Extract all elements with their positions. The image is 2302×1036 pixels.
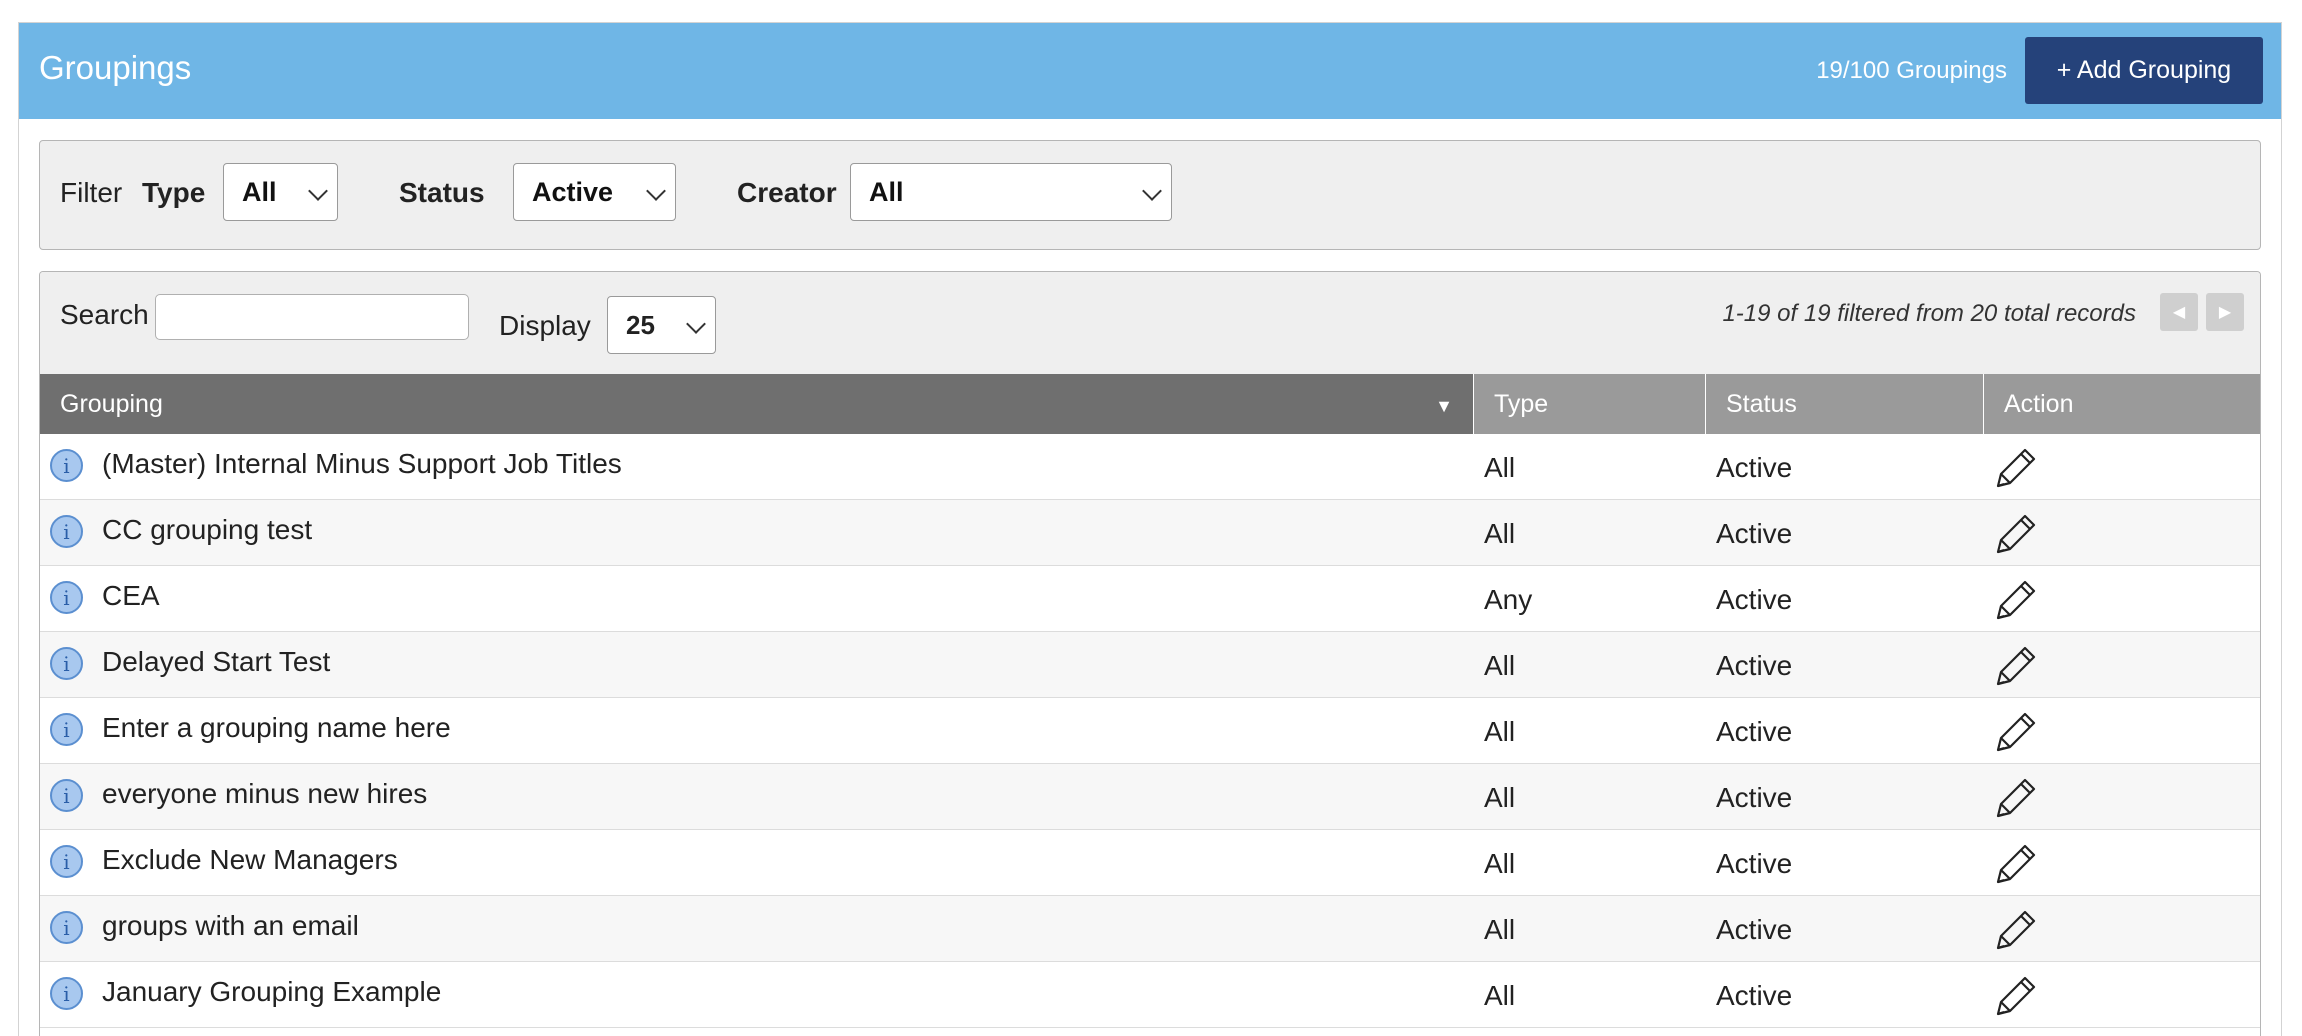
- grouping-type: All: [1484, 848, 1516, 879]
- pencil-icon[interactable]: [1984, 706, 2044, 756]
- info-icon[interactable]: i: [50, 449, 83, 482]
- table-row: i groups with an email All Active: [40, 896, 2260, 962]
- pencil-icon[interactable]: [1984, 772, 2044, 822]
- pencil-icon[interactable]: [1984, 508, 2044, 558]
- column-header-grouping-label: Grouping: [60, 390, 163, 418]
- grouping-status: Active: [1716, 782, 1793, 813]
- info-icon[interactable]: i: [50, 713, 83, 746]
- grouping-name: CC grouping test: [102, 514, 313, 545]
- table-row: i Delayed Start Test All Active: [40, 632, 2260, 698]
- groupings-panel: Groupings 19/100 Groupings + Add Groupin…: [18, 22, 2282, 1036]
- grouping-type: All: [1484, 650, 1516, 681]
- grouping-type: All: [1484, 518, 1516, 549]
- grouping-type: Any: [1484, 584, 1533, 615]
- info-icon[interactable]: i: [50, 911, 83, 944]
- previous-page-button[interactable]: ◀: [2160, 293, 2198, 331]
- grouping-status: Active: [1716, 650, 1793, 681]
- info-icon[interactable]: i: [50, 977, 83, 1010]
- table-row: i January Grouping Example All Active: [40, 962, 2260, 1028]
- filter-bar: Filter Type All Status Active Creator Al…: [39, 140, 2261, 250]
- type-filter-value: All: [242, 177, 277, 207]
- display-count-select[interactable]: 25: [607, 296, 716, 354]
- creator-filter-select[interactable]: All: [850, 163, 1172, 221]
- pencil-icon[interactable]: [1984, 574, 2044, 624]
- chevron-down-icon: [686, 314, 706, 334]
- grouping-status: Active: [1716, 716, 1793, 747]
- info-icon[interactable]: i: [50, 515, 83, 548]
- pencil-icon[interactable]: [1984, 970, 2044, 1020]
- type-filter-select[interactable]: All: [223, 163, 338, 221]
- grouping-type: All: [1484, 716, 1516, 747]
- grouping-status: Active: [1716, 914, 1793, 945]
- chevron-down-icon: [308, 181, 328, 201]
- records-summary: 1-19 of 19 filtered from 20 total record…: [1722, 300, 2136, 327]
- groupings-count: 19/100 Groupings: [1816, 57, 2007, 84]
- column-header-type[interactable]: Type: [1474, 374, 1706, 434]
- grouping-status: Active: [1716, 452, 1793, 483]
- grouping-type: All: [1484, 452, 1516, 483]
- column-header-action: Action: [2004, 390, 2074, 418]
- info-icon[interactable]: i: [50, 647, 83, 680]
- grouping-type: All: [1484, 782, 1516, 813]
- grouping-name: (Master) Internal Minus Support Job Titl…: [102, 448, 622, 479]
- search-label: Search: [60, 299, 149, 330]
- table-row: i Enter a grouping name here All Active: [40, 698, 2260, 764]
- grouping-name: Enter a grouping name here: [102, 712, 451, 743]
- creator-filter-label: Creator: [737, 177, 837, 208]
- status-filter-label: Status: [399, 177, 485, 208]
- pencil-icon[interactable]: [1984, 838, 2044, 888]
- grouping-name: Exclude New Managers: [102, 844, 398, 875]
- info-icon[interactable]: i: [50, 779, 83, 812]
- table-body: i (Master) Internal Minus Support Job Tit…: [40, 434, 2260, 1028]
- table-header: Grouping ▼ Type Status Action: [40, 374, 2260, 434]
- table-row: i CC grouping test All Active: [40, 500, 2260, 566]
- display-count-value: 25: [626, 310, 655, 340]
- table-row: i Exclude New Managers All Active: [40, 830, 2260, 896]
- grouping-status: Active: [1716, 518, 1793, 549]
- status-filter-select[interactable]: Active: [513, 163, 676, 221]
- groupings-table: Search Display 25 1-19 of 19 filtered fr…: [39, 271, 2261, 1036]
- add-grouping-button[interactable]: + Add Grouping: [2025, 37, 2263, 104]
- chevron-down-icon: [1142, 181, 1162, 201]
- grouping-name: Delayed Start Test: [102, 646, 331, 677]
- pencil-icon[interactable]: [1984, 442, 2044, 492]
- column-header-grouping[interactable]: Grouping ▼: [40, 374, 1474, 434]
- grouping-name: groups with an email: [102, 910, 359, 941]
- table-toolbar: Search Display 25 1-19 of 19 filtered fr…: [40, 272, 2260, 374]
- groupings-page: Groupings 19/100 Groupings + Add Groupin…: [0, 0, 2302, 1036]
- grouping-name: everyone minus new hires: [102, 778, 428, 809]
- info-icon[interactable]: i: [50, 581, 83, 614]
- status-filter-value: Active: [532, 177, 614, 207]
- page-title: Groupings: [39, 49, 192, 86]
- info-icon[interactable]: i: [50, 845, 83, 878]
- pencil-icon[interactable]: [1984, 904, 2044, 954]
- pencil-icon[interactable]: [1984, 640, 2044, 690]
- filter-label: Filter: [60, 177, 123, 208]
- grouping-status: Active: [1716, 980, 1793, 1011]
- grouping-type: All: [1484, 980, 1516, 1011]
- header-bar: Groupings 19/100 Groupings + Add Groupin…: [19, 23, 2281, 119]
- next-page-button[interactable]: ▶: [2206, 293, 2244, 331]
- search-input[interactable]: [155, 294, 469, 340]
- grouping-status: Active: [1716, 584, 1793, 615]
- grouping-name: January Grouping Example: [102, 976, 442, 1007]
- display-label: Display: [499, 310, 591, 341]
- table-row: i CEA Any Active: [40, 566, 2260, 632]
- table-row: i (Master) Internal Minus Support Job Tit…: [40, 434, 2260, 500]
- grouping-type: All: [1484, 914, 1516, 945]
- type-filter-label: Type: [142, 177, 206, 208]
- sort-desc-icon: ▼: [1435, 396, 1453, 416]
- column-header-status[interactable]: Status: [1706, 374, 1984, 434]
- grouping-name: CEA: [102, 580, 160, 611]
- creator-filter-value: All: [869, 177, 904, 207]
- table-row: i everyone minus new hires All Active: [40, 764, 2260, 830]
- chevron-down-icon: [646, 181, 666, 201]
- grouping-status: Active: [1716, 848, 1793, 879]
